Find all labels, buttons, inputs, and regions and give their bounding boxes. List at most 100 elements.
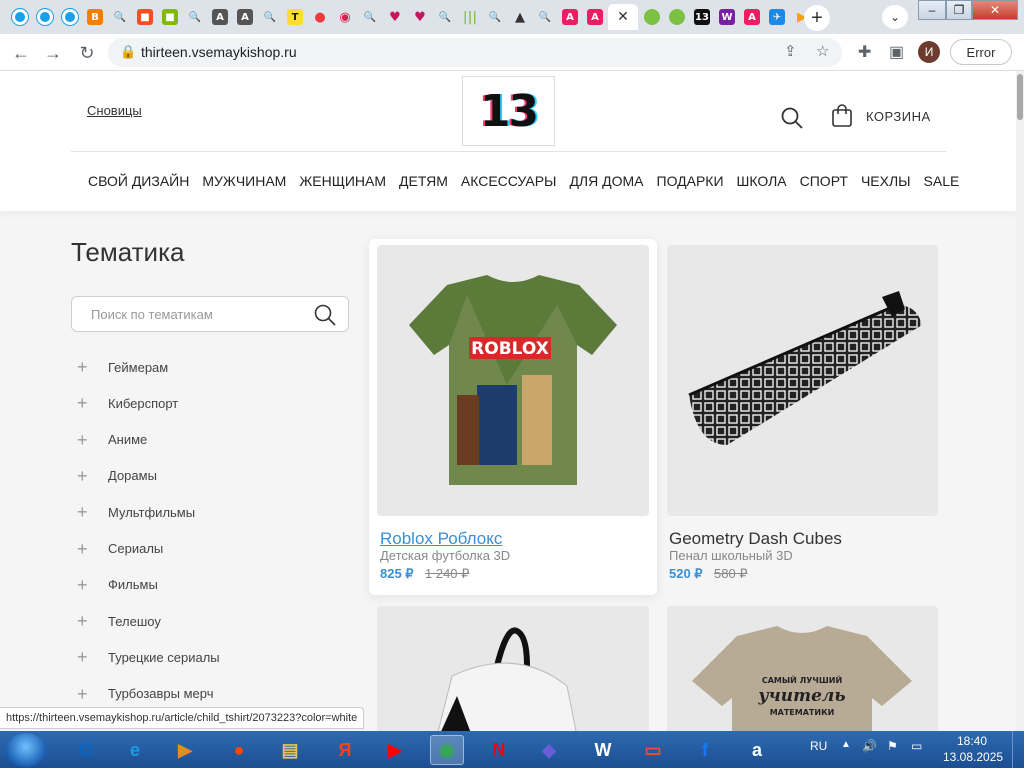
theme-category-label[interactable]: Аниме bbox=[108, 432, 147, 447]
browser-tab[interactable]: B bbox=[83, 4, 107, 30]
browser-tab[interactable]: ♥ bbox=[408, 4, 432, 30]
theme-category-item[interactable]: + Турбозавры мерч bbox=[77, 685, 214, 703]
menu-item[interactable]: СПОРТ bbox=[800, 173, 848, 189]
facebook-taskbar-icon[interactable]: f bbox=[688, 735, 722, 765]
new-tab-button[interactable]: + bbox=[804, 5, 830, 31]
minimize-button[interactable]: ‒ bbox=[918, 0, 946, 20]
reddit-taskbar-icon[interactable]: ● bbox=[222, 735, 256, 765]
browser-tab[interactable]: ✕ bbox=[608, 4, 638, 30]
amazon-taskbar-icon[interactable]: a bbox=[740, 735, 774, 765]
browser-tab[interactable]: A bbox=[558, 4, 582, 30]
clock-time[interactable]: 18:40 bbox=[957, 734, 987, 748]
yandex-taskbar-icon[interactable]: Я bbox=[328, 735, 362, 765]
browser-tab[interactable]: A bbox=[740, 4, 764, 30]
theme-category-item[interactable]: + Сериалы bbox=[77, 540, 163, 558]
browser-tab[interactable]: W bbox=[715, 4, 739, 30]
browser-tab[interactable]: 🔍 bbox=[483, 4, 507, 30]
ie-taskbar-icon[interactable]: e bbox=[118, 735, 152, 765]
browser-tab[interactable]: 🔍 bbox=[358, 4, 382, 30]
extensions-icon[interactable]: ✚ bbox=[858, 42, 871, 62]
browser-tab[interactable] bbox=[58, 4, 82, 30]
plus-icon[interactable]: + bbox=[77, 394, 91, 412]
theme-category-label[interactable]: Киберспорт bbox=[108, 396, 178, 411]
menu-item[interactable]: SALE bbox=[924, 173, 960, 189]
menu-item[interactable]: ЧЕХЛЫ bbox=[861, 173, 911, 189]
netflix-taskbar-icon[interactable]: N bbox=[482, 735, 516, 765]
theme-category-label[interactable]: Турбозавры мерч bbox=[108, 686, 214, 701]
browser-tab[interactable]: ◉ bbox=[333, 4, 357, 30]
browser-tab[interactable]: 13 bbox=[690, 4, 714, 30]
share-icon[interactable]: ⇪ bbox=[784, 42, 797, 60]
theme-category-label[interactable]: Сериалы bbox=[108, 541, 163, 556]
theme-category-label[interactable]: Геймерам bbox=[108, 360, 168, 375]
menu-item[interactable]: ЖЕНЩИНАМ bbox=[299, 173, 386, 189]
menu-item[interactable]: АКСЕССУАРЫ bbox=[461, 173, 557, 189]
browser-tab[interactable]: A bbox=[208, 4, 232, 30]
browser-tab[interactable] bbox=[640, 4, 664, 30]
maximize-button[interactable]: ❐ bbox=[946, 0, 972, 20]
plus-icon[interactable]: + bbox=[77, 685, 91, 703]
product-card[interactable]: Geometry Dash Cubes Пенал школьный 3D 52… bbox=[661, 239, 946, 595]
theme-category-item[interactable]: + Дорамы bbox=[77, 467, 157, 485]
menu-item[interactable]: ДЕТЯМ bbox=[399, 173, 448, 189]
browser-tab[interactable]: 🔍 bbox=[258, 4, 282, 30]
address-bar[interactable]: 🔒 thirteen.vsemaykishop.ru ⇪ ☆ bbox=[108, 38, 842, 67]
site-logo[interactable]: 13 bbox=[462, 76, 555, 146]
product-image[interactable] bbox=[667, 245, 938, 516]
menu-item[interactable]: ДЛЯ ДОМА bbox=[569, 173, 643, 189]
browser-tab[interactable]: A bbox=[583, 4, 607, 30]
browser-tab[interactable]: 🔍 bbox=[108, 4, 132, 30]
url-text[interactable]: thirteen.vsemaykishop.ru bbox=[141, 44, 297, 60]
theme-category-label[interactable]: Телешоу bbox=[108, 614, 161, 629]
browser-tab[interactable]: 🔍 bbox=[533, 4, 557, 30]
browser-tab[interactable]: ● bbox=[308, 4, 332, 30]
cart-icon[interactable] bbox=[831, 104, 853, 128]
product-card[interactable]: ROBLOX Roblox Роблокс Детская футболка 3… bbox=[369, 239, 657, 595]
reload-button[interactable]: ↻ bbox=[74, 40, 100, 66]
browser-tab[interactable]: ♥ bbox=[383, 4, 407, 30]
theme-category-item[interactable]: + Турецкие сериалы bbox=[77, 648, 220, 666]
menu-item[interactable]: ПОДАРКИ bbox=[657, 173, 724, 189]
wikipedia-taskbar-icon[interactable]: W bbox=[586, 735, 620, 765]
search-icon[interactable] bbox=[780, 106, 804, 130]
forward-button[interactable]: → bbox=[40, 40, 66, 66]
browser-tab[interactable]: ▲ bbox=[508, 4, 532, 30]
clock-date[interactable]: 13.08.2025 bbox=[943, 750, 1003, 764]
youtube-taskbar-icon[interactable]: ▶ bbox=[378, 735, 412, 765]
theme-category-item[interactable]: + Аниме bbox=[77, 431, 147, 449]
product-image[interactable]: САМЫЙ ЛУЧШИЙ учитель МАТЕМАТИКИ bbox=[667, 606, 938, 731]
tab-search-button[interactable]: ⌄ bbox=[882, 5, 908, 29]
page-scrollbar[interactable] bbox=[1016, 71, 1024, 731]
browser-tab[interactable] bbox=[33, 4, 57, 30]
menu-item[interactable]: МУЖЧИНАМ bbox=[202, 173, 286, 189]
theme-search-input[interactable] bbox=[89, 306, 309, 323]
browser-tab[interactable]: A bbox=[233, 4, 257, 30]
menu-item[interactable]: ШКОЛА bbox=[737, 173, 787, 189]
outlook-taskbar-icon[interactable]: O bbox=[69, 735, 103, 765]
browser-tab[interactable]: T bbox=[283, 4, 307, 30]
theme-category-item[interactable]: + Киберспорт bbox=[77, 394, 178, 412]
plus-icon[interactable]: + bbox=[77, 576, 91, 594]
browser-tab[interactable]: ✈ bbox=[765, 4, 789, 30]
product-title[interactable]: Geometry Dash Cubes bbox=[669, 529, 842, 549]
plus-icon[interactable]: + bbox=[77, 467, 91, 485]
city-selector[interactable]: Сновицы bbox=[87, 103, 142, 118]
browser-tab[interactable]: ■ bbox=[158, 4, 182, 30]
notification-icon[interactable]: ▭ bbox=[911, 739, 922, 753]
theme-category-item[interactable]: + Мультфильмы bbox=[77, 503, 195, 521]
product-title[interactable]: Roblox Роблокс bbox=[380, 529, 502, 549]
theme-category-label[interactable]: Турецкие сериалы bbox=[108, 650, 220, 665]
menu-item[interactable]: СВОЙ ДИЗАЙН bbox=[88, 173, 189, 189]
browser-tab[interactable]: 🔍 bbox=[433, 4, 457, 30]
scrollbar-thumb[interactable] bbox=[1017, 74, 1023, 120]
volume-icon[interactable]: 🔊 bbox=[862, 739, 877, 753]
start-button[interactable] bbox=[6, 733, 46, 767]
browser-tab[interactable]: 🔍 bbox=[183, 4, 207, 30]
browser-tab[interactable]: ■ bbox=[133, 4, 157, 30]
browser-tab[interactable] bbox=[8, 4, 32, 30]
side-panel-icon[interactable]: ▣ bbox=[889, 42, 904, 62]
plus-icon[interactable]: + bbox=[77, 431, 91, 449]
theme-category-item[interactable]: + Геймерам bbox=[77, 358, 168, 376]
product-image[interactable] bbox=[377, 606, 649, 731]
plus-icon[interactable]: + bbox=[77, 358, 91, 376]
